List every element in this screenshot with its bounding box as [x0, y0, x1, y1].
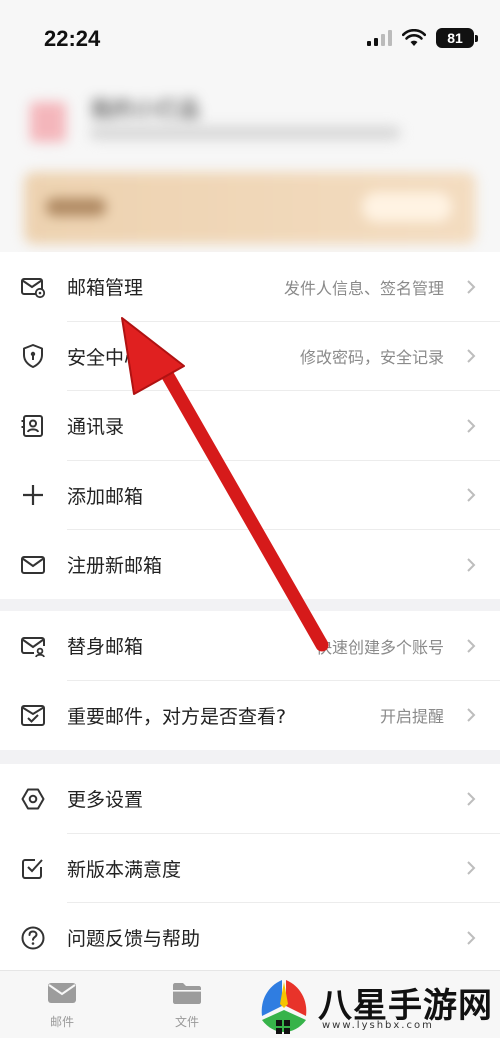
mail-tab-icon [48, 983, 76, 1003]
menu-label: 通讯录 [67, 416, 125, 439]
menu-label: 重要邮件，对方是否查看? [67, 705, 287, 728]
chevron-right-icon [467, 931, 476, 945]
checkbox-icon [22, 859, 43, 880]
watermark: 八星手游网 www.lyshbx.com [252, 976, 500, 1038]
chevron-right-icon [467, 488, 476, 502]
cellular-signal-icon [367, 30, 392, 46]
menu-value: 开启提醒 [379, 707, 444, 727]
menu-row-mailbox-management[interactable]: 邮箱管理 发件人信息、签名管理 [0, 252, 500, 322]
mail-icon [21, 555, 45, 574]
menu-label: 添加邮箱 [67, 485, 144, 508]
settings-group-account: 邮箱管理 发件人信息、签名管理 安全中心 修改密码，安全记录 通讯录 添加邮箱 … [0, 252, 500, 599]
read-receipt-icon [21, 705, 45, 727]
chevron-right-icon [467, 280, 476, 294]
menu-row-feedback-help[interactable]: 问题反馈与帮助 [0, 903, 500, 973]
menu-label: 更多设置 [67, 789, 144, 812]
menu-label: 问题反馈与帮助 [67, 928, 201, 951]
tab-files[interactable]: 文件 [157, 981, 217, 1030]
profile-name: 我的小灯品 [90, 98, 201, 123]
help-icon [21, 926, 45, 950]
menu-row-security-center[interactable]: 安全中心 修改密码，安全记录 [0, 322, 500, 391]
menu-row-satisfaction[interactable]: 新版本满意度 [0, 834, 500, 903]
status-icons: 81 [367, 28, 478, 48]
tab-mail[interactable]: 邮件 [32, 981, 92, 1030]
plus-icon [23, 485, 43, 506]
chevron-right-icon [467, 861, 476, 875]
menu-value: 快速创建多个账号 [315, 637, 444, 657]
menu-row-read-receipt[interactable]: 重要邮件，对方是否查看? 开启提醒 [0, 681, 500, 751]
menu-row-contacts[interactable]: 通讯录 [0, 391, 500, 461]
contacts-icon [21, 414, 43, 437]
status-bar: 22:24 81 [0, 0, 500, 80]
settings-hexagon-icon [21, 788, 45, 810]
menu-value: 修改密码，安全记录 [299, 348, 444, 368]
settings-group-misc: 更多设置 新版本满意度 问题反馈与帮助 [0, 764, 500, 972]
chevron-right-icon [467, 708, 476, 722]
menu-row-more-settings[interactable]: 更多设置 [0, 764, 500, 834]
menu-row-register-mailbox[interactable]: 注册新邮箱 [0, 530, 500, 600]
profile-header[interactable]: 我的小灯品 [0, 80, 500, 255]
tab-label: 邮件 [49, 1015, 74, 1029]
menu-value: 发件人信息、签名管理 [283, 278, 444, 298]
chevron-right-icon [467, 419, 476, 433]
settings-group-features: 替身邮箱 快速创建多个账号 重要邮件，对方是否查看? 开启提醒 [0, 611, 500, 750]
menu-label: 替身邮箱 [67, 636, 144, 659]
chevron-right-icon [467, 558, 476, 572]
menu-label: 新版本满意度 [67, 858, 182, 881]
chevron-right-icon [467, 792, 476, 806]
menu-label: 安全中心 [67, 346, 144, 369]
chevron-right-icon [467, 639, 476, 653]
alias-mail-icon [21, 636, 45, 658]
menu-row-alias-mailbox[interactable]: 替身邮箱 快速创建多个账号 [0, 611, 500, 681]
tab-label: 文件 [174, 1015, 199, 1029]
watermark-url: www.lyshbx.com [322, 1020, 434, 1031]
menu-row-add-mailbox[interactable]: 添加邮箱 [0, 461, 500, 530]
battery-indicator: 81 [436, 28, 478, 48]
mailbox-settings-icon [21, 277, 46, 298]
avatar[interactable] [30, 102, 66, 142]
folder-tab-icon [173, 983, 201, 1004]
profile-subtitle [90, 126, 400, 140]
wifi-icon [402, 29, 426, 46]
chevron-right-icon [467, 349, 476, 363]
menu-label: 邮箱管理 [67, 277, 144, 300]
vip-banner[interactable] [24, 172, 476, 244]
menu-label: 注册新邮箱 [67, 555, 163, 578]
watermark-logo-icon [261, 980, 307, 1034]
shield-icon [23, 344, 43, 369]
status-time: 22:24 [44, 26, 101, 51]
